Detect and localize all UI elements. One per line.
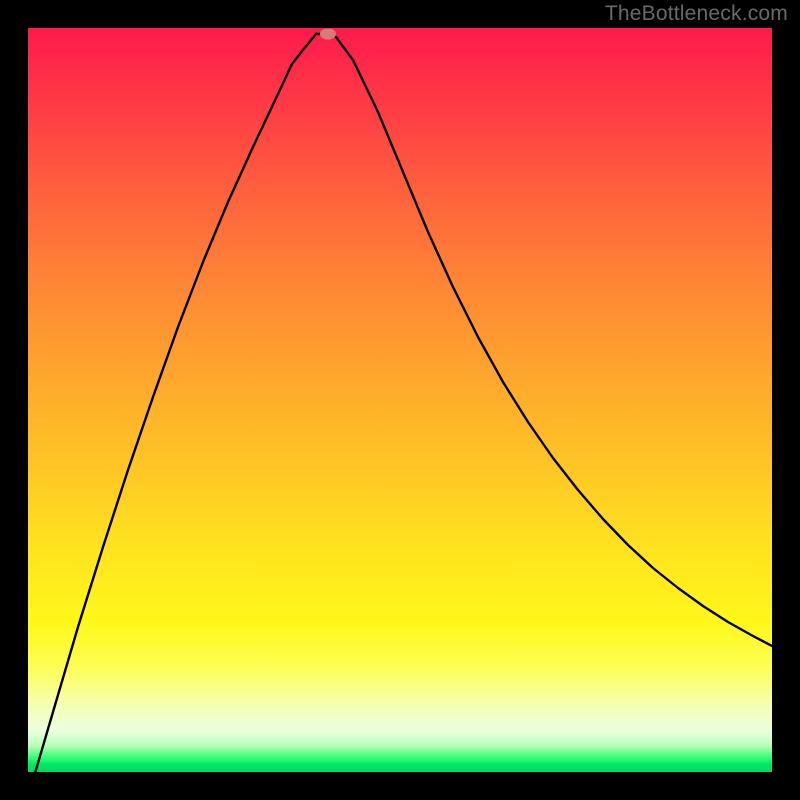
optimum-marker [321, 29, 336, 39]
watermark-text: TheBottleneck.com [605, 2, 788, 26]
curve-svg [28, 28, 772, 772]
plot-area [28, 28, 772, 772]
chart-frame: TheBottleneck.com [0, 0, 800, 800]
bottleneck-curve [28, 34, 772, 772]
